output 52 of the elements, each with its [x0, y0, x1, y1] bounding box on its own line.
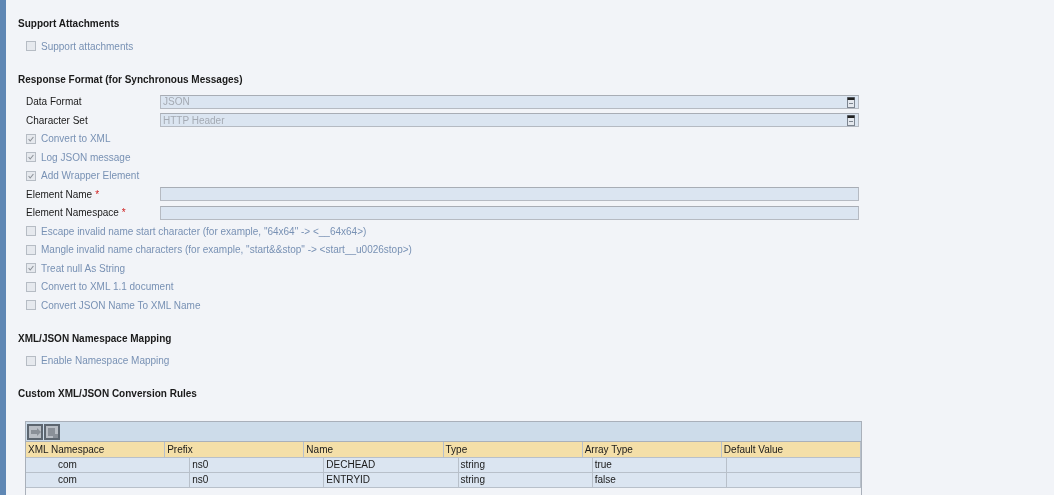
table-cell: false [592, 473, 727, 487]
checkbox-label: Treat null As String [41, 262, 126, 274]
field-label: Element Name [26, 188, 93, 200]
section-heading: XML/JSON Namespace Mapping [18, 331, 173, 346]
table-cell: ns0 [190, 473, 325, 487]
checkbox-label: Convert to XML [41, 133, 111, 145]
dropdown-icon[interactable] [847, 96, 855, 108]
column-header[interactable]: Type [443, 442, 583, 457]
remove-row-icon[interactable] [44, 423, 60, 440]
checkbox-label: Support attachments [41, 40, 134, 52]
checkbox-label: Add Wrapper Element [41, 170, 140, 182]
field-label: Element Namespace [26, 207, 119, 219]
table-cell: DECHEAD [324, 458, 459, 472]
section-heading: Support Attachments [18, 17, 121, 31]
checkbox[interactable] [26, 226, 36, 237]
section-heading: Custom XML/JSON Conversion Rules [18, 387, 198, 401]
checkbox[interactable] [26, 152, 36, 163]
checkbox-label: Enable Namespace Mapping [41, 355, 170, 367]
checkbox[interactable] [26, 133, 36, 144]
column-header[interactable]: Prefix [165, 442, 305, 457]
table-cell: string [458, 473, 593, 487]
field-label: Data Format [26, 96, 82, 108]
input-field[interactable] [160, 187, 859, 202]
required-mark: * [95, 188, 100, 200]
checkbox-label: Mangle invalid name characters (for example, "start&&stop" -> <start__u0026stop>) [41, 244, 412, 256]
table-cell: true [592, 458, 727, 472]
column-header[interactable]: Name [304, 442, 444, 457]
column-header[interactable]: Array Type [582, 442, 722, 457]
table-cell: string [458, 458, 593, 472]
column-header[interactable]: Default Value [721, 442, 862, 457]
checkbox-label: Log JSON message [41, 151, 131, 163]
checkbox[interactable] [26, 244, 36, 255]
checkbox-label: Convert to XML 1.1 document [41, 281, 174, 293]
checkbox[interactable] [26, 300, 36, 311]
checkbox-label: Convert JSON Name To XML Name [41, 299, 201, 311]
dropdown-icon[interactable] [847, 115, 855, 127]
checkbox[interactable] [26, 355, 36, 366]
field-label: Character Set [26, 114, 88, 126]
table-cell: ns0 [190, 458, 325, 472]
required-mark: * [121, 207, 126, 219]
checkbox[interactable] [26, 41, 36, 52]
input-field[interactable] [160, 205, 859, 220]
table-cell: com [26, 458, 191, 472]
section-heading: Response Format (for Synchronous Messages) [18, 72, 244, 87]
table-cell: ENTRYID [324, 473, 459, 487]
table-cell: com [26, 473, 191, 487]
add-row-icon[interactable] [27, 423, 43, 440]
column-header[interactable]: XML Namespace [26, 442, 166, 457]
checkbox[interactable] [26, 281, 36, 292]
checkbox-label: Escape invalid name start character (for example, "64x64" -> <__64x64>) [41, 225, 367, 237]
checkbox[interactable] [26, 170, 36, 181]
checkbox[interactable] [26, 263, 36, 274]
